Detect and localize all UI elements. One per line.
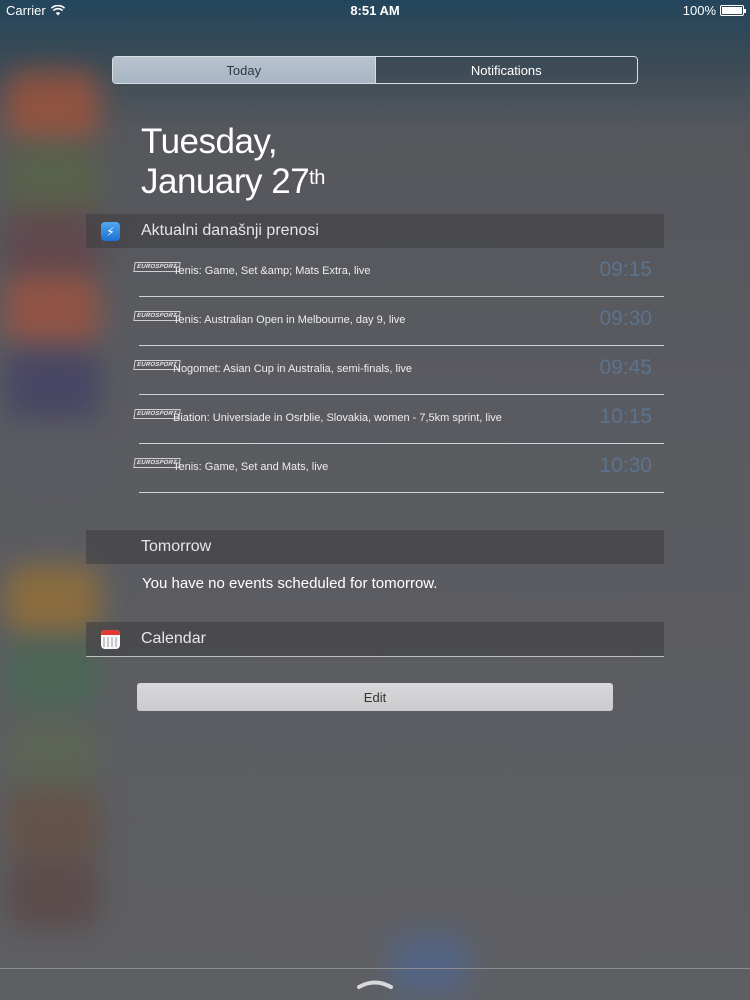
battery-icon — [720, 5, 746, 16]
tomorrow-widget-header: Tomorrow — [86, 530, 664, 564]
event-title: Tenis: Game, Set and Mats, live — [173, 461, 329, 473]
battery-percent: 100% — [682, 3, 716, 18]
date-heading: Tuesday, January 27th — [141, 122, 325, 202]
divider — [0, 968, 750, 969]
event-title: Nogomet: Asian Cup in Australia, semi-fi… — [173, 363, 413, 375]
date-weekday: Tuesday, — [141, 122, 278, 161]
event-row[interactable]: EUROSPORT Tenis: Australian Open in Melb… — [133, 297, 664, 346]
divider — [86, 656, 664, 657]
tab-today[interactable]: Today — [113, 57, 375, 83]
event-time: 09:15 — [599, 258, 652, 281]
event-title: Tenis: Game, Set &amp; Mats Extra, live — [173, 265, 371, 277]
status-time: 8:51 AM — [350, 3, 400, 18]
date-month-day: January 27 — [141, 162, 310, 201]
status-right: 100% — [682, 3, 746, 18]
eurosport-app-icon: ⚡ — [101, 222, 120, 241]
event-row[interactable]: EUROSPORT Tenis: Game, Set &amp; Mats Ex… — [133, 248, 664, 297]
tomorrow-widget-title: Tomorrow — [141, 538, 212, 555]
date-day: January 27th — [141, 162, 325, 202]
tab-notifications[interactable]: Notifications — [374, 57, 638, 83]
event-time: 10:30 — [599, 454, 652, 477]
event-list: EUROSPORT Tenis: Game, Set &amp; Mats Ex… — [133, 248, 664, 493]
event-row[interactable]: EUROSPORT Biation: Universiade in Osrbli… — [133, 395, 664, 444]
status-bar: Carrier 8:51 AM 100% — [0, 0, 750, 22]
calendar-widget-header[interactable]: Calendar — [86, 622, 664, 656]
notification-center: Carrier 8:51 AM 100% Today Notifications… — [0, 0, 750, 1000]
edit-button[interactable]: Edit — [137, 683, 613, 711]
view-segmented-control: Today Notifications — [112, 56, 638, 84]
date-ordinal-suffix: th — [309, 167, 325, 189]
event-row[interactable]: EUROSPORT Tenis: Game, Set and Mats, liv… — [133, 444, 664, 493]
event-row[interactable]: EUROSPORT Nogomet: Asian Cup in Australi… — [133, 346, 664, 395]
grabber-handle-icon[interactable] — [357, 978, 393, 990]
calendar-app-icon — [101, 630, 120, 649]
no-events-message: You have no events scheduled for tomorro… — [142, 575, 438, 592]
event-time: 09:45 — [599, 356, 652, 379]
calendar-widget-title: Calendar — [141, 630, 206, 647]
eurosport-widget-header[interactable]: ⚡ Aktualni današnji prenosi — [86, 214, 664, 248]
event-time: 10:15 — [599, 405, 652, 428]
event-time: 09:30 — [599, 307, 652, 330]
event-title: Tenis: Australian Open in Melbourne, day… — [173, 314, 406, 326]
event-title: Biation: Universiade in Osrblie, Slovaki… — [173, 412, 502, 424]
eurosport-widget-title: Aktualni današnji prenosi — [141, 222, 319, 239]
